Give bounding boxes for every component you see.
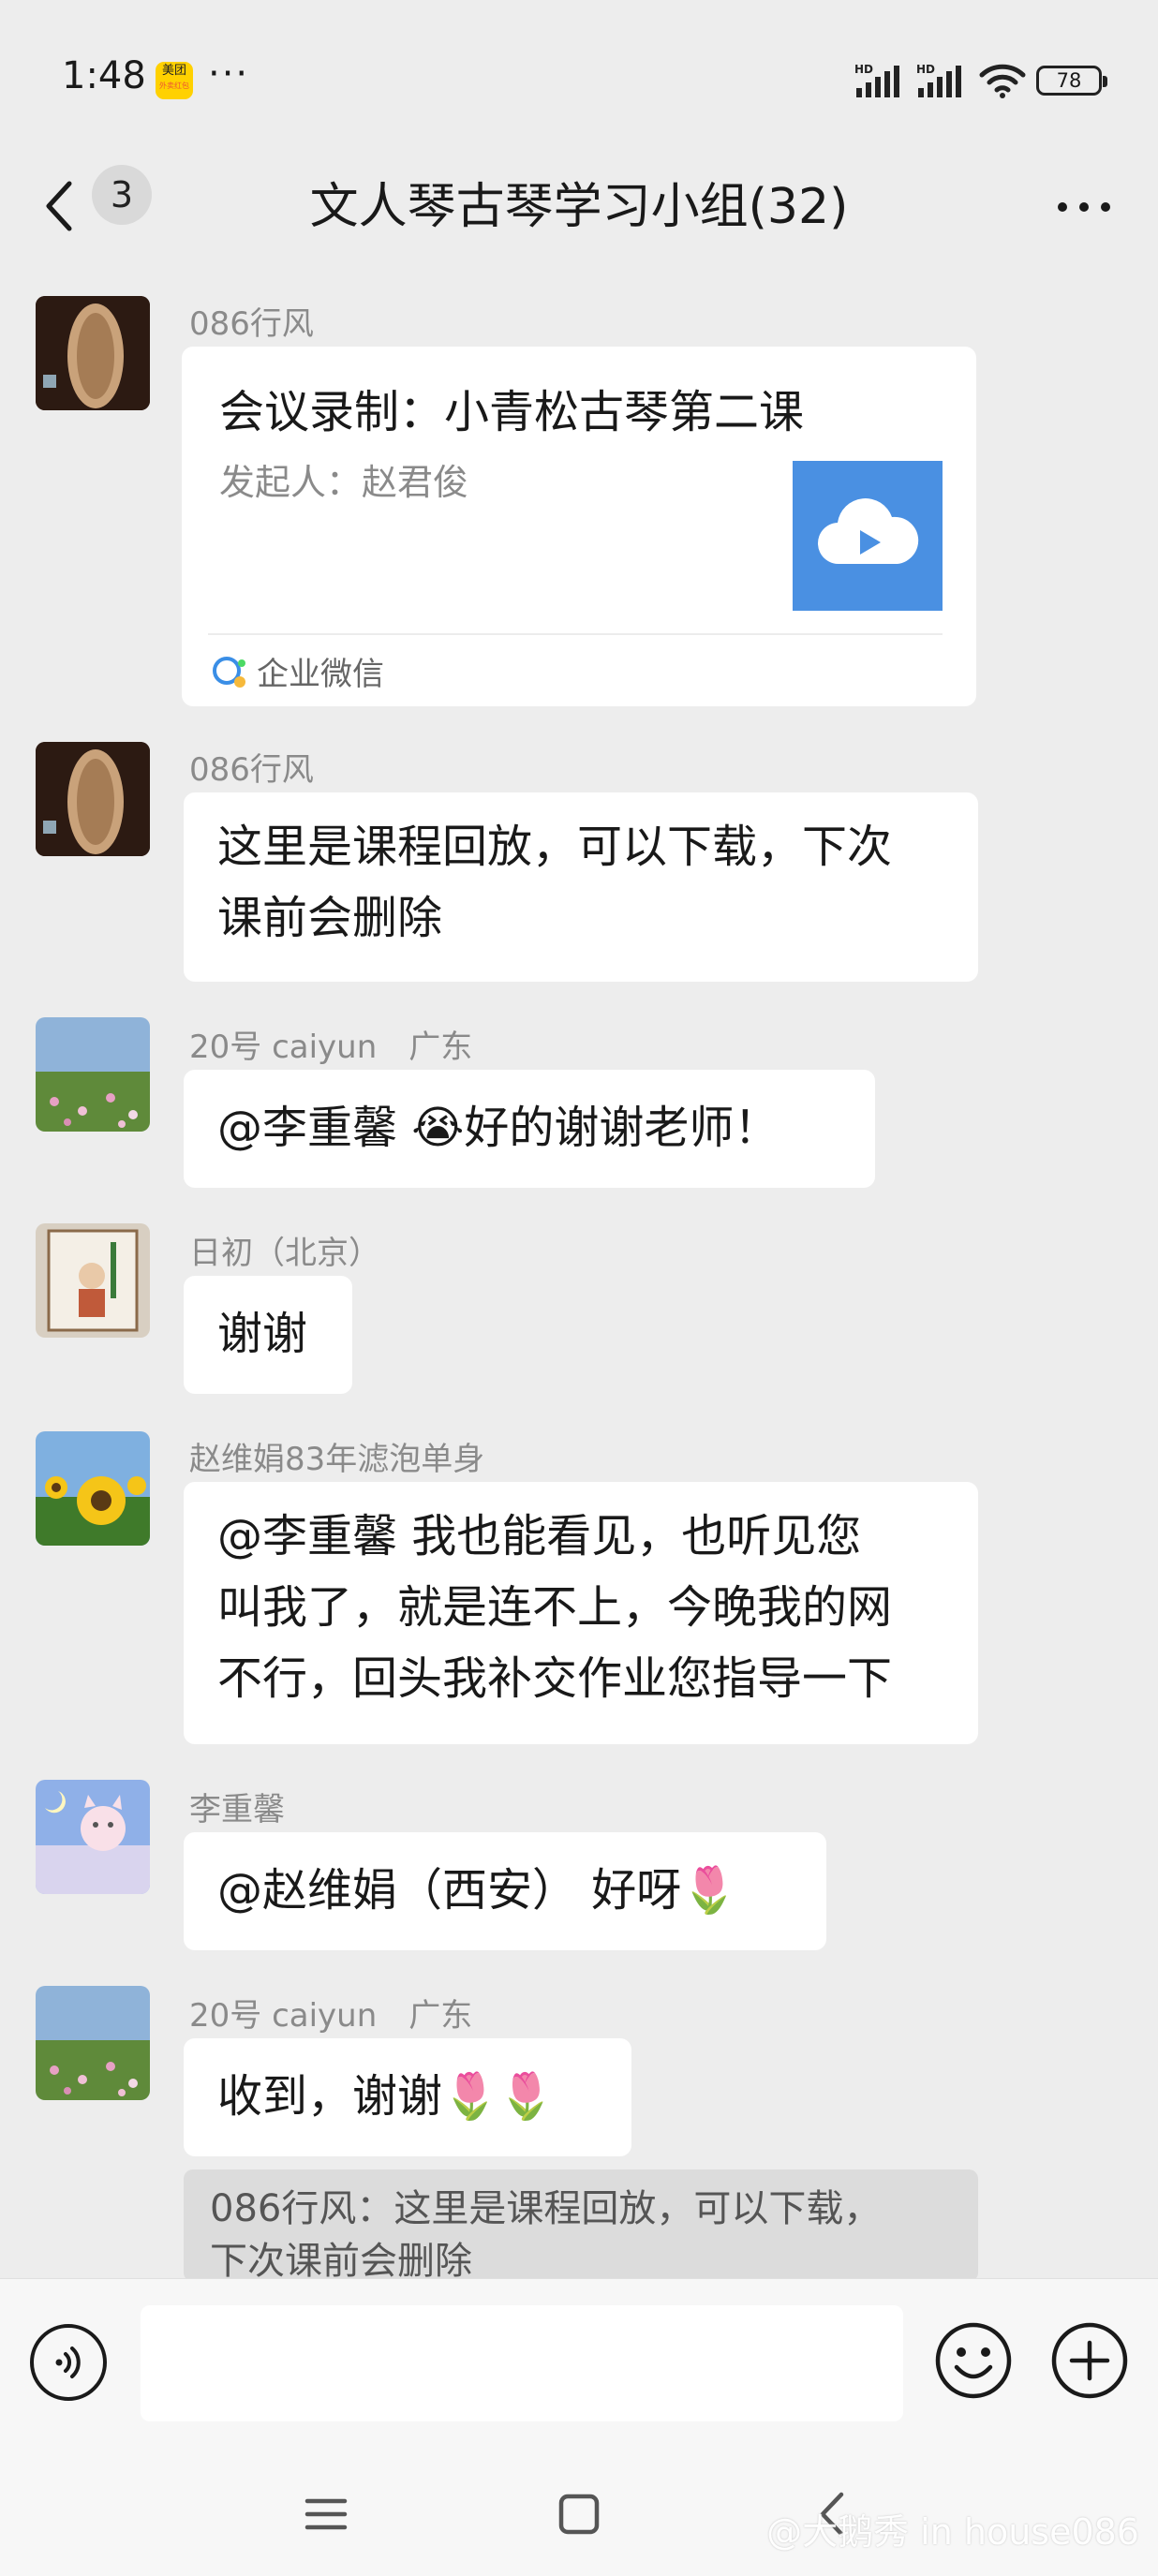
avatar[interactable] [36,1223,150,1338]
input-bar [0,2278,1158,2446]
meituan-app-icon: 美团 外卖红包 [156,62,193,99]
message-line: 不行，回头我补交作业您指导一下 [217,1652,893,1705]
signal-hd-2-icon: HD [916,63,961,97]
avatar-stele-image [36,296,150,410]
more-functions-button[interactable] [1049,2320,1130,2401]
message-bubble[interactable]: @李重馨 😭好的谢谢老师！ [184,1070,875,1188]
status-time: 1:48 [62,54,146,97]
avatar-flower-field-image [36,1986,150,2100]
more-options-button[interactable] [1051,174,1117,240]
wecom-icon [213,657,245,688]
smiley-icon [935,2322,1012,2399]
avatar[interactable] [36,1431,150,1546]
quote-line: 下次课前会删除 [210,2240,472,2282]
voice-input-button[interactable] [30,2324,107,2401]
home-button[interactable] [542,2477,616,2552]
group-title: 文人琴古琴学习小组(32) [309,179,849,235]
message-text: 收到，谢谢 [217,2070,443,2123]
message-bubble[interactable]: 这里是课程回放，可以下载，下次 课前会删除 [184,792,978,982]
menu-lines-icon [304,2498,348,2530]
avatar-anime-cat-image [36,1780,150,1894]
voice-wave-icon [55,2347,81,2378]
more-dots-icon [1058,202,1110,212]
plus-icon [1051,2322,1128,2399]
signal-hd-1-icon: HD [854,63,899,97]
chat-header: 3 文人琴古琴学习小组(32) [0,150,1158,262]
message-line: 叫我了，就是连不上，今晚我的网 [217,1581,893,1634]
watermark: @大鹅秀 in house086 [766,2511,1139,2553]
message-text: 谢谢 [217,1308,308,1360]
message-bubble[interactable]: @赵维娟（西安） 好呀🌷 [184,1832,826,1950]
status-bar: 1:48 美团 外卖红包 ··· HD HD 78 [0,0,1158,150]
app-badge-sub: 外卖红包 [159,81,189,90]
message-line: @李重馨 我也能看见，也听见您 [217,1510,862,1562]
avatar[interactable] [36,1017,150,1132]
battery-indicator: 78 [1036,66,1107,96]
sender-name: 赵维娟83年滤泡单身 [189,1441,485,1478]
signal2-label: HD [916,63,935,76]
card-source: 企业微信 [257,656,384,693]
message-line: 课前会删除 [217,892,443,944]
message-input[interactable] [141,2305,903,2421]
quoted-message[interactable]: 086行风：这里是课程回放，可以下载， 下次课前会删除 [184,2169,978,2282]
tulip-emoji: 🌷🌷 [442,2070,555,2123]
app-badge-label: 美团 [161,64,186,78]
cloud-play-icon [793,461,943,611]
status-icons: HD HD 78 [854,60,1107,101]
sender-name: 日初（北京） [189,1235,380,1272]
card-title: 会议录制：小青松古琴第二课 [219,386,805,438]
avatar-sunflower-image [36,1431,150,1546]
sender-name: 20号 caiyun 广东 [189,1997,473,2035]
card-subtitle: 发起人：赵君俊 [219,462,469,503]
tulip-emoji: 🌷 [681,1864,738,1917]
avatar[interactable] [36,1780,150,1894]
sender-name: 李重馨 [189,1791,285,1828]
message-line: 这里是课程回放，可以下载，下次 [217,821,893,873]
avatar-painting-image [36,1223,150,1338]
emoji-button[interactable] [933,2320,1014,2401]
avatar[interactable] [36,296,150,410]
quote-line: 086行风：这里是课程回放，可以下载， [210,2187,882,2230]
home-square-icon [558,2494,600,2535]
avatar-stele-image [36,742,150,856]
message-text: 好的谢谢老师！ [464,1102,779,1154]
menu-button[interactable] [289,2477,364,2552]
sender-name: 086行风 [189,305,314,343]
mention: @李重馨 [217,1102,412,1154]
avatar[interactable] [36,1986,150,2100]
message-bubble[interactable]: @李重馨 我也能看见，也听见您 叫我了，就是连不上，今晚我的网 不行，回头我补交… [184,1482,978,1744]
crying-laughing-emoji: 😭 [411,1102,465,1154]
wifi-icon [979,64,1026,98]
message-text: @赵维娟（西安） 好呀 [217,1864,682,1917]
message-bubble[interactable]: 谢谢 [184,1276,352,1394]
sender-name: 20号 caiyun 广东 [189,1029,473,1066]
sender-name: 086行风 [189,751,314,789]
system-navigation-bar: @大鹅秀 in house086 [0,2445,1158,2576]
avatar-flower-field-image [36,1017,150,1132]
message-bubble[interactable]: 收到，谢谢🌷🌷 [184,2038,631,2156]
more-notifications-icon: ··· [208,52,250,96]
avatar[interactable] [36,742,150,856]
card-divider [208,633,943,635]
signal1-label: HD [854,63,873,76]
meeting-recording-card[interactable]: 会议录制：小青松古琴第二课 发起人：赵君俊 企业微信 [182,347,976,706]
